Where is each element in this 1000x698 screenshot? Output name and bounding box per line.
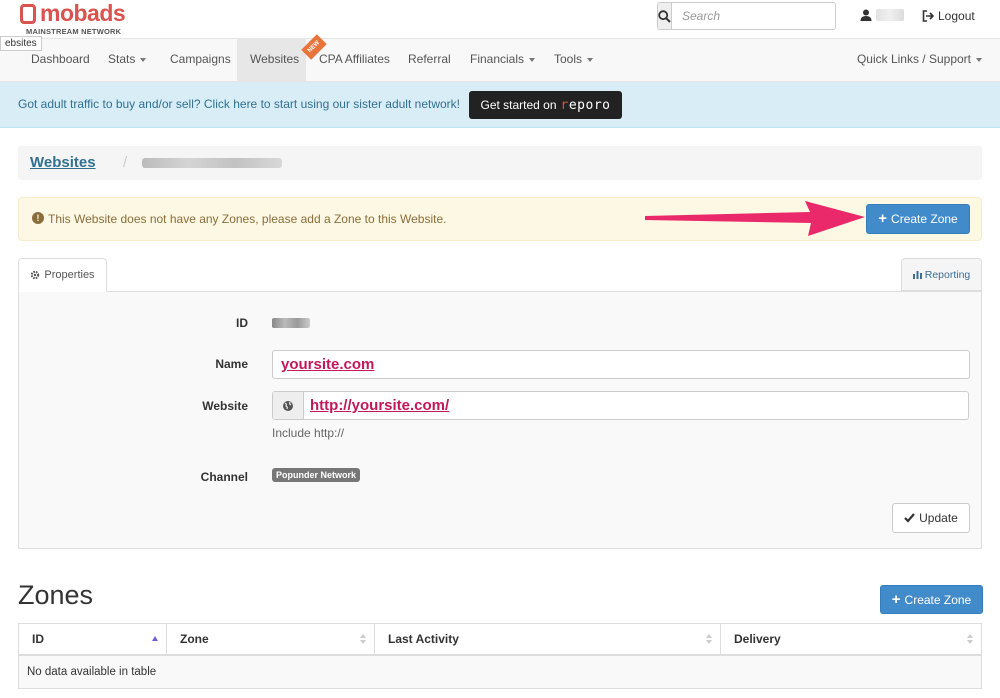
get-started-label: Get started on [480, 98, 557, 112]
nav-label: Websites [250, 52, 300, 66]
exclamation-icon: ! [32, 212, 44, 224]
name-label: Name [215, 357, 248, 371]
tooltip: ebsites [0, 36, 42, 51]
id-label: ID [236, 316, 248, 330]
breadcrumb-separator: / [123, 154, 128, 171]
nav-stats[interactable]: Stats [98, 39, 156, 81]
name-value: yoursite.com [281, 356, 375, 373]
empty-table-message: No data available in table [27, 666, 157, 678]
breadcrumb: Websites / [18, 146, 982, 180]
tab-reporting[interactable]: Reporting [901, 258, 982, 291]
logout-link[interactable]: Logout [922, 9, 975, 23]
globe-addon [273, 392, 304, 419]
logout-icon [922, 10, 934, 22]
zones-table-header: ID Zone Last Activity Delivery [18, 623, 982, 656]
plus-icon: + [878, 210, 888, 227]
nav-campaigns[interactable]: Campaigns [160, 39, 241, 81]
search-button[interactable] [658, 3, 672, 29]
sort-both-icon [360, 634, 366, 644]
logo-tagline: MAINSTREAM NETWORK [26, 27, 122, 36]
column-header-last-activity[interactable]: Last Activity [375, 624, 721, 655]
nav-label: Tools [554, 52, 583, 66]
logo-mark-icon [20, 4, 36, 24]
nav-label: Campaigns [170, 52, 231, 66]
table-row: No data available in table [18, 656, 982, 689]
tab-properties[interactable]: Properties [18, 258, 107, 292]
nav-label: Stats [108, 52, 136, 66]
reporo-logo: reporo [560, 97, 611, 113]
zones-heading: Zones [18, 580, 94, 610]
nav-tools[interactable]: Tools [544, 39, 603, 81]
column-header-delivery[interactable]: Delivery [721, 624, 981, 655]
checkmark-icon [904, 513, 915, 523]
banner-text[interactable]: Got adult traffic to buy and/or sell? Cl… [18, 97, 460, 111]
get-started-button[interactable]: Get started on reporo [469, 91, 622, 119]
plus-icon: + [891, 590, 901, 608]
tab-properties-label: Properties [44, 269, 95, 281]
sort-both-icon [967, 634, 973, 644]
nav-referral[interactable]: Referral [398, 39, 461, 81]
promo-banner: Got adult traffic to buy and/or sell? Cl… [0, 82, 1000, 128]
caret-down-icon [976, 57, 982, 62]
zones-create-zone-button[interactable]: + Create Zone [880, 585, 983, 614]
search-input[interactable] [672, 3, 835, 29]
caret-down-icon [529, 57, 536, 62]
caret-down-icon [140, 57, 147, 62]
nav-label: Referral [408, 52, 451, 66]
user-menu[interactable] [860, 9, 904, 21]
channel-label: Channel [200, 470, 248, 484]
search-box [657, 2, 836, 30]
caret-down-icon [587, 57, 594, 62]
create-zone-label: Create Zone [904, 592, 972, 607]
nav-label: Quick Links / Support [856, 52, 971, 66]
create-zone-label: Create Zone [891, 212, 958, 226]
id-value-redacted [272, 318, 310, 328]
nav-label: Dashboard [31, 52, 90, 66]
website-help-text: Include http:// [272, 426, 345, 440]
update-button[interactable]: Update [892, 503, 970, 533]
website-value: http://yoursite.com/ [310, 397, 450, 414]
alert-text: This Website does not have any Zones, pl… [48, 212, 447, 226]
column-header-zone[interactable]: Zone [167, 624, 375, 655]
nav-financials[interactable]: Financials [460, 39, 545, 81]
globe-icon [283, 400, 293, 411]
top-bar: mobads MAINSTREAM NETWORK Logout [0, 0, 1000, 38]
column-label: Last Activity [388, 632, 459, 646]
column-label: Delivery [734, 632, 781, 646]
breadcrumb-site-name-redacted [142, 158, 282, 168]
user-icon [860, 9, 872, 21]
nav-label: Financials [470, 52, 525, 66]
logout-label: Logout [938, 9, 975, 23]
bar-chart-icon [912, 271, 922, 279]
search-icon [658, 9, 671, 23]
sort-both-icon [706, 634, 712, 644]
nav-websites[interactable]: Websites [237, 39, 306, 81]
create-zone-button[interactable]: + Create Zone [866, 204, 970, 234]
logo-text: mobads [40, 0, 126, 26]
sort-asc-icon [152, 636, 158, 641]
website-field[interactable]: http://yoursite.com/ [272, 391, 969, 420]
nav-quick-links[interactable]: Quick Links / Support [847, 39, 992, 81]
column-label: ID [32, 632, 44, 646]
username-redacted [876, 9, 904, 21]
tab-reporting-label: Reporting [924, 268, 971, 281]
logo[interactable]: mobads MAINSTREAM NETWORK [20, 0, 130, 36]
gear-icon [31, 270, 40, 280]
annotation-arrow-icon [645, 201, 865, 236]
main-nav: Dashboard Stats Campaigns Websites CPA A… [0, 38, 1000, 82]
website-label: Website [202, 399, 248, 413]
column-header-id[interactable]: ID [19, 624, 167, 655]
column-label: Zone [180, 632, 209, 646]
name-field[interactable]: yoursite.com [272, 350, 970, 379]
update-label: Update [919, 511, 958, 525]
breadcrumb-websites-link[interactable]: Websites [30, 154, 96, 171]
nav-label: CPA Affiliates [319, 52, 390, 66]
channel-badge: Popunder Network [272, 468, 361, 482]
